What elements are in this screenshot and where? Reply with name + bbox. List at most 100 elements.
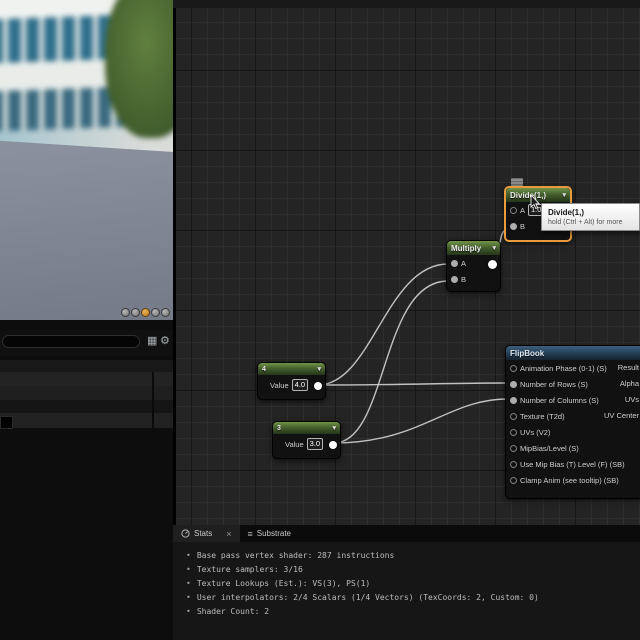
pin-label: Animation Phase (0-1) (S) bbox=[520, 363, 607, 373]
graph-top-edge bbox=[173, 0, 640, 8]
preview-shape-cube-button[interactable] bbox=[151, 308, 160, 317]
divide-input-pin-b[interactable] bbox=[510, 222, 517, 230]
tab-substrate[interactable]: ≡ Substrate bbox=[240, 525, 300, 542]
constant-4-output-pin[interactable] bbox=[314, 382, 322, 390]
pin-label: Use Mip Bias (T) Level (F) (SB) bbox=[520, 459, 625, 469]
flipbook-input-row: MipBias/Level (S) bbox=[506, 440, 640, 456]
pin-label: MipBias/Level (S) bbox=[520, 443, 579, 453]
bullet-icon: • bbox=[186, 565, 191, 574]
stat-text: Shader Count: 2 bbox=[196, 607, 270, 616]
pin-label: Number of Columns (S) bbox=[520, 395, 599, 405]
flipbook-input-pin-number-of-columns[interactable] bbox=[510, 396, 517, 404]
preview-shape-cylinder-button[interactable] bbox=[121, 308, 130, 317]
details-row[interactable] bbox=[0, 413, 173, 428]
value-label: Value bbox=[285, 439, 304, 449]
divide-preview-stub bbox=[511, 178, 523, 186]
list-icon: ≡ bbox=[247, 528, 253, 539]
details-toolbar: ▦ ⚙ bbox=[0, 330, 173, 356]
constant-3-value-field[interactable]: 3.0 bbox=[306, 438, 324, 450]
multiply-output-pin[interactable] bbox=[488, 260, 497, 269]
pin-label: A bbox=[461, 258, 467, 268]
grid-view-icon[interactable]: ▦ bbox=[147, 333, 157, 349]
gauge-icon bbox=[181, 529, 190, 538]
multiply-input-pin-b[interactable] bbox=[451, 275, 458, 283]
preview-shape-plane-button[interactable] bbox=[141, 308, 150, 317]
constant-4-value-field[interactable]: 4.0 bbox=[291, 379, 309, 391]
stats-content: • Base pass vertex shader: 287 instructi… bbox=[173, 542, 640, 640]
details-row bbox=[0, 360, 173, 372]
multiply-pin-b-row: B bbox=[447, 271, 500, 287]
bullet-icon: • bbox=[186, 593, 191, 602]
details-row[interactable] bbox=[0, 386, 173, 400]
tooltip-title: Divide(1,) bbox=[548, 208, 585, 217]
close-icon[interactable]: × bbox=[226, 529, 231, 539]
chevron-down-icon[interactable]: ▾ bbox=[317, 365, 321, 373]
flipbook-output-uv-center: UV Center bbox=[603, 411, 639, 420]
stat-line: • Base pass vertex shader: 287 instructi… bbox=[186, 551, 640, 565]
constant-3-title: 3 bbox=[277, 424, 281, 432]
multiply-node-title: Multiply bbox=[451, 243, 482, 253]
tab-substrate-label: Substrate bbox=[256, 529, 292, 538]
flipbook-input-pin-number-of-rows[interactable] bbox=[510, 380, 517, 388]
bullet-icon: • bbox=[186, 579, 191, 588]
pin-label: B bbox=[461, 274, 467, 284]
stat-line: • Shader Count: 2 bbox=[186, 607, 640, 621]
details-row bbox=[0, 400, 173, 413]
search-input[interactable] bbox=[2, 335, 140, 348]
left-panel: ▦ ⚙ bbox=[0, 0, 173, 640]
stat-line: • Texture samplers: 3/16 bbox=[186, 565, 640, 579]
flipbook-input-row: Use Mip Bias (T) Level (F) (SB) bbox=[506, 456, 640, 472]
tooltip-subtitle: hold (Ctrl + Alt) for more bbox=[548, 219, 623, 226]
stat-text: Texture Lookups (Est.): VS(3), PS(1) bbox=[196, 579, 371, 588]
flipbook-node-header[interactable]: FlipBook bbox=[506, 346, 640, 360]
value-label: Value bbox=[270, 380, 289, 390]
settings-gear-icon[interactable]: ⚙ bbox=[160, 333, 170, 349]
chevron-down-icon[interactable]: ▾ bbox=[332, 424, 336, 432]
chevron-down-icon[interactable]: ▾ bbox=[492, 244, 496, 252]
preview-shape-mesh-button[interactable] bbox=[161, 308, 170, 317]
divide-input-pin-a[interactable] bbox=[510, 206, 517, 214]
details-column-divider[interactable] bbox=[152, 372, 154, 428]
flipbook-input-pin-clamp-anim[interactable] bbox=[510, 476, 517, 484]
stat-text: User interpolators: 2/4 Scalars (1/4 Vec… bbox=[196, 593, 539, 602]
details-panel bbox=[0, 360, 173, 640]
pin-label: UVs (V2) bbox=[520, 427, 551, 437]
chevron-down-icon[interactable]: ▾ bbox=[562, 191, 566, 199]
flipbook-input-pin-mipbias-level[interactable] bbox=[510, 444, 517, 452]
flipbook-input-row: UVs (V2) bbox=[506, 424, 640, 440]
constant-4-node[interactable]: 4 ▾ Value 4.0 bbox=[257, 362, 326, 400]
tab-stats[interactable]: Stats × bbox=[173, 525, 240, 542]
flipbook-node-title: FlipBook bbox=[510, 348, 545, 358]
flipbook-input-pin-texture[interactable] bbox=[510, 412, 517, 420]
multiply-input-pin-a[interactable] bbox=[451, 259, 458, 267]
constant-3-node[interactable]: 3 ▾ Value 3.0 bbox=[272, 421, 341, 459]
flipbook-outputs: Result Alpha UVs UV Center bbox=[604, 360, 639, 424]
constant-3-node-header[interactable]: 3 ▾ bbox=[273, 422, 340, 434]
constant-3-output-pin[interactable] bbox=[329, 441, 337, 449]
flipbook-output-result: Result bbox=[617, 363, 639, 372]
multiply-node[interactable]: Multiply ▾ A B bbox=[446, 240, 501, 292]
stats-tab-bar: Stats × ≡ Substrate bbox=[173, 525, 640, 542]
material-editor-window: ▦ ⚙ Divide(1,) ▾ A 1.0 B Multiply ▾ A B … bbox=[0, 0, 640, 640]
stat-line: • Texture Lookups (Est.): VS(3), PS(1) bbox=[186, 579, 640, 593]
bullet-icon: • bbox=[186, 607, 191, 616]
details-value-field[interactable] bbox=[0, 416, 13, 429]
flipbook-input-pin-animation-phase[interactable] bbox=[510, 364, 517, 372]
stats-panel: Stats × ≡ Substrate • Base pass vertex s… bbox=[173, 525, 640, 640]
stat-text: Base pass vertex shader: 287 instruction… bbox=[196, 551, 395, 560]
flipbook-output-alpha: Alpha bbox=[619, 379, 639, 388]
flipbook-output-uvs: UVs bbox=[624, 395, 639, 404]
multiply-node-header[interactable]: Multiply ▾ bbox=[447, 241, 500, 255]
pin-label: A bbox=[520, 205, 526, 215]
divide-tooltip: Divide(1,) hold (Ctrl + Alt) for more bbox=[541, 203, 640, 231]
flipbook-node[interactable]: FlipBook Animation Phase (0-1) (S) Numbe… bbox=[505, 345, 640, 499]
preview-viewport[interactable] bbox=[0, 0, 173, 320]
flipbook-input-pin-uvs[interactable] bbox=[510, 428, 517, 436]
preview-shape-sphere-button[interactable] bbox=[131, 308, 140, 317]
stat-line: • User interpolators: 2/4 Scalars (1/4 V… bbox=[186, 593, 640, 607]
details-row[interactable] bbox=[0, 372, 173, 386]
pin-label: Number of Rows (S) bbox=[520, 379, 588, 389]
pin-label: B bbox=[520, 221, 526, 231]
flipbook-input-pin-use-mip-bias[interactable] bbox=[510, 460, 517, 468]
constant-4-node-header[interactable]: 4 ▾ bbox=[258, 363, 325, 375]
